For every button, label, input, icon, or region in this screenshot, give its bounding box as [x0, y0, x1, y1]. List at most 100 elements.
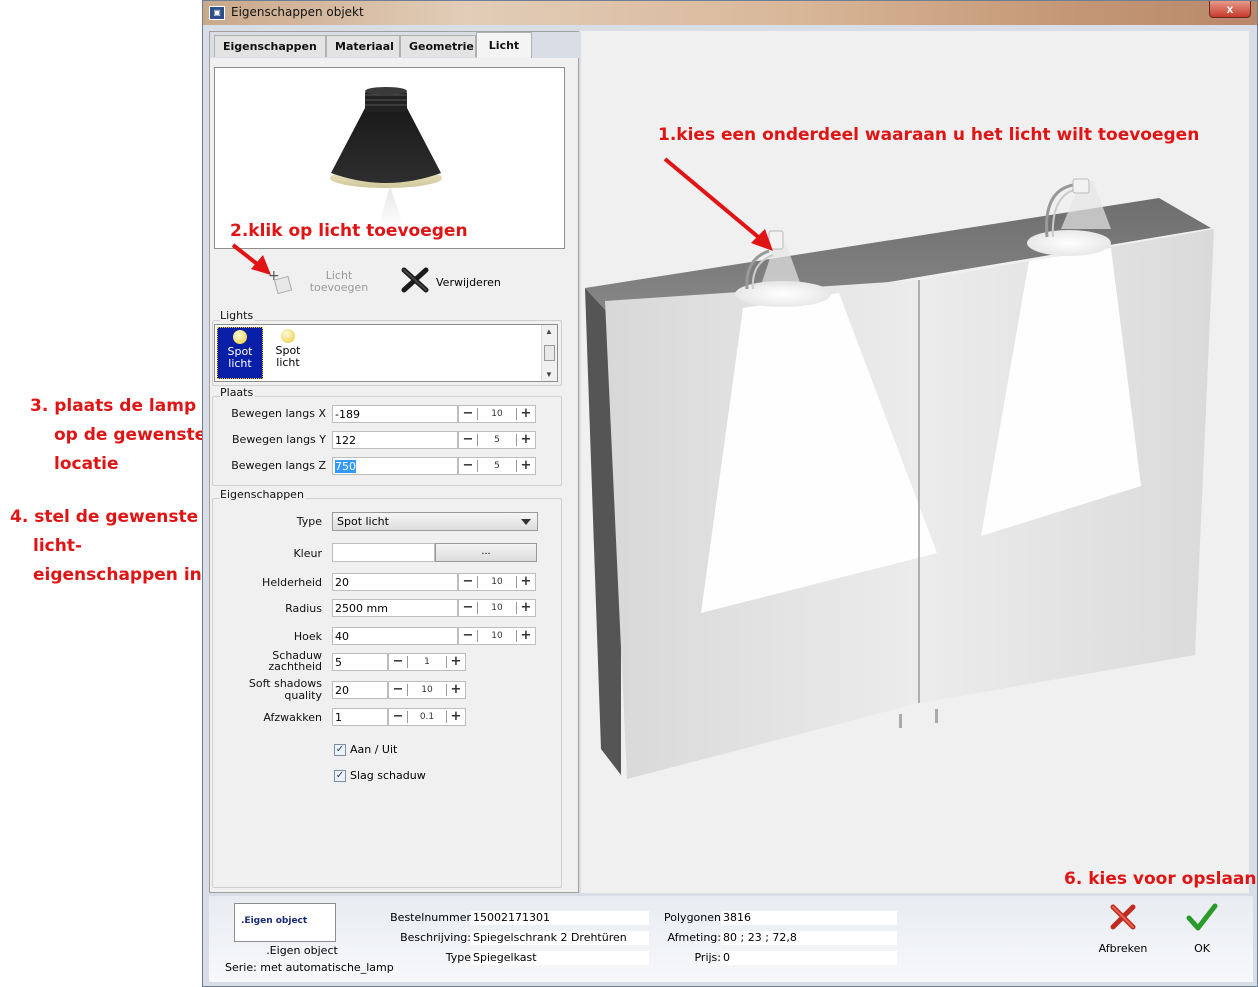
- tab-materiaal[interactable]: Materiaal: [326, 35, 400, 57]
- cancel-button[interactable]: Afbreken: [1093, 902, 1153, 972]
- annotation-step4-line1: 4. stel de gewenste: [10, 507, 199, 527]
- lights-scrollbar[interactable]: ▲ ▼: [541, 325, 557, 381]
- increment-icon[interactable]: +: [447, 709, 465, 725]
- annotation-step6: 6. kies voor opslaan: [1064, 869, 1257, 889]
- move-y-label: Bewegen langs Y: [232, 433, 326, 446]
- decrement-icon[interactable]: −: [459, 574, 477, 590]
- object-name: .Eigen object: [266, 944, 338, 957]
- annotation-arrows: [663, 157, 773, 251]
- decrement-icon[interactable]: −: [389, 709, 407, 725]
- type-select[interactable]: Spot licht: [332, 512, 538, 531]
- polygonen-label: Polygonen: [664, 911, 721, 924]
- aan-uit-checkbox[interactable]: ✓: [334, 744, 346, 756]
- 3d-viewport[interactable]: [581, 31, 1249, 893]
- increment-icon[interactable]: +: [517, 432, 535, 448]
- helderheid-label: Helderheid: [262, 576, 322, 589]
- soft-shadows-quality-stepper[interactable]: − 10 +: [388, 681, 466, 699]
- soft-shadows-quality-input[interactable]: 20: [332, 681, 388, 699]
- add-light-button[interactable]: Licht toevoegen: [302, 270, 376, 294]
- cancel-label: Afbreken: [1098, 942, 1148, 955]
- soft-shadows-quality-label: Soft shadows quality: [248, 677, 322, 702]
- increment-icon[interactable]: +: [517, 458, 535, 474]
- hoek-label: Hoek: [293, 630, 322, 643]
- beschrijving-value: Spiegelschrank 2 Drehtüren: [471, 931, 649, 945]
- radius-input[interactable]: 2500 mm: [332, 599, 458, 617]
- cancel-icon: [1110, 904, 1136, 930]
- schaduw-zachtheid-input[interactable]: 5: [332, 653, 388, 671]
- hoek-stepper[interactable]: − 10 +: [458, 627, 536, 645]
- object-thumbnail: .Eigen object: [234, 903, 336, 942]
- window-title: Eigenschappen objekt: [231, 5, 364, 19]
- scroll-up-icon[interactable]: ▲: [545, 327, 553, 336]
- decrement-icon[interactable]: −: [459, 432, 477, 448]
- decrement-icon[interactable]: −: [459, 406, 477, 422]
- increment-icon[interactable]: +: [447, 682, 465, 698]
- title-bar[interactable]: ▣ Eigenschappen objekt x: [203, 1, 1257, 25]
- delete-icon[interactable]: [400, 266, 430, 294]
- close-button[interactable]: x: [1209, 1, 1251, 18]
- increment-icon[interactable]: +: [517, 628, 535, 644]
- annotation-step3-line1: 3. plaats de lamp: [30, 396, 197, 416]
- decrement-icon[interactable]: −: [459, 600, 477, 616]
- scroll-down-icon[interactable]: ▼: [545, 370, 553, 379]
- kleur-label: Kleur: [293, 547, 322, 560]
- color-picker-button[interactable]: ...: [435, 543, 537, 562]
- afzwakken-input[interactable]: 1: [332, 708, 388, 726]
- decrement-icon[interactable]: −: [459, 458, 477, 474]
- increment-icon[interactable]: +: [517, 600, 535, 616]
- decrement-icon[interactable]: −: [459, 628, 477, 644]
- increment-icon[interactable]: +: [517, 406, 535, 422]
- slag-schaduw-checkbox[interactable]: ✓: [334, 770, 346, 782]
- color-swatch: [332, 543, 435, 562]
- decrement-icon[interactable]: −: [389, 682, 407, 698]
- increment-icon[interactable]: +: [517, 574, 535, 590]
- move-y-stepper[interactable]: − 5 +: [458, 431, 536, 449]
- bottom-info-panel: .Eigen object .Eigen object Serie: met a…: [209, 896, 1253, 982]
- helderheid-stepper[interactable]: − 10 +: [458, 573, 536, 591]
- app-icon: ▣: [209, 6, 225, 20]
- scroll-thumb[interactable]: [544, 345, 555, 361]
- object-thumbnail-text: .Eigen object: [241, 916, 308, 926]
- bestelnummer-label: Bestelnummer: [390, 911, 471, 924]
- hoek-input[interactable]: 40: [332, 627, 458, 645]
- decrement-icon[interactable]: −: [389, 654, 407, 670]
- lights-list[interactable]: Spot licht Spot licht ▲ ▼: [214, 324, 558, 382]
- helderheid-input[interactable]: 20: [332, 573, 458, 591]
- move-z-input[interactable]: 750: [332, 457, 458, 475]
- radius-stepper[interactable]: − 10 +: [458, 599, 536, 617]
- light-item-1[interactable]: Spot licht: [217, 327, 263, 379]
- afmeting-label: Afmeting:: [667, 931, 721, 944]
- aan-uit-label: Aan / Uit: [350, 743, 398, 756]
- lights-group-title: Lights: [220, 309, 256, 322]
- arrow-step1: [663, 157, 765, 243]
- increment-icon[interactable]: +: [447, 654, 465, 670]
- checkmark-icon: [1186, 903, 1218, 931]
- afzwakken-stepper[interactable]: − 0.1 +: [388, 708, 466, 726]
- light-item-2[interactable]: Spot licht: [265, 327, 311, 379]
- polygonen-value: 3816: [721, 911, 897, 925]
- arrow-step2: [231, 243, 271, 275]
- move-x-label: Bewegen langs X: [231, 407, 326, 420]
- bulb-icon: [281, 329, 295, 343]
- left-panel: Eigenschappen Materiaal Geometrie Licht: [209, 31, 580, 893]
- tab-geometrie[interactable]: Geometrie: [400, 35, 476, 57]
- ok-button[interactable]: OK: [1177, 902, 1227, 972]
- remove-light-button[interactable]: Verwijderen: [436, 276, 501, 289]
- properties-dialog: ▣ Eigenschappen objekt x Eigenschappen M…: [202, 0, 1258, 987]
- eigenschappen-group-title: Eigenschappen: [220, 488, 306, 501]
- annotation-step2: 2.klik op licht toevoegen: [230, 221, 468, 241]
- move-x-input[interactable]: -189: [332, 405, 458, 423]
- annotation-step3-line3: locatie: [54, 454, 119, 474]
- prijs-value: 0: [721, 951, 897, 965]
- bestelnummer-value: 15002171301: [471, 911, 649, 925]
- afmeting-value: 80 ; 23 ; 72,8: [721, 931, 897, 945]
- annotation-step3-line2: op de gewenste: [54, 425, 207, 445]
- tab-eigenschappen[interactable]: Eigenschappen: [214, 35, 326, 57]
- tab-licht[interactable]: Licht: [476, 32, 532, 58]
- move-y-input[interactable]: 122: [332, 431, 458, 449]
- annotation-step4-line2: licht-: [33, 536, 83, 556]
- move-z-stepper[interactable]: − 5 +: [458, 457, 536, 475]
- annotation-step4-line3: eigenschappen in.: [33, 565, 209, 585]
- move-x-stepper[interactable]: − 10 +: [458, 405, 536, 423]
- schaduw-zachtheid-stepper[interactable]: − 1 +: [388, 653, 466, 671]
